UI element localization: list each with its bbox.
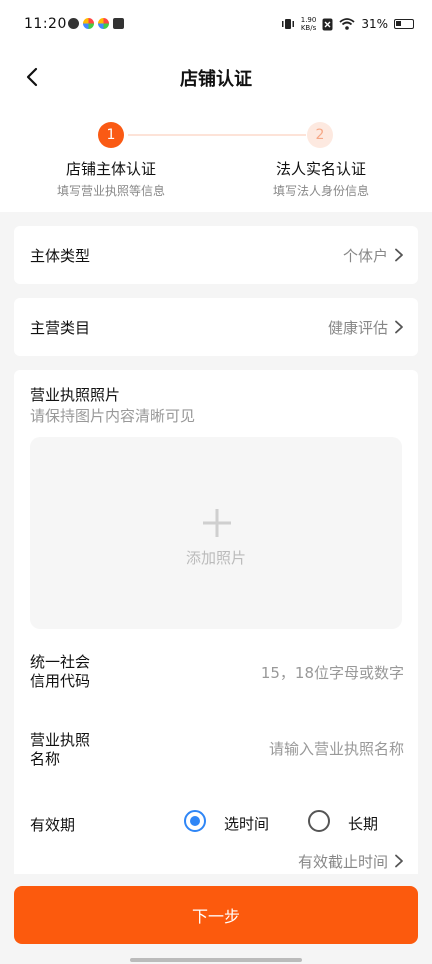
radio-select-time-label[interactable]: 选时间 (224, 813, 269, 834)
network-speed-value: 1.90 (300, 16, 317, 24)
credit-code-label-line1: 统一社会 (30, 653, 91, 671)
main-category-label: 主营类目 (30, 319, 91, 337)
status-notification-icons (68, 18, 124, 29)
page-title: 店铺认证 (180, 69, 252, 90)
radio-long-term[interactable] (308, 810, 330, 832)
step-2-title: 法人实名认证 (275, 160, 366, 178)
entity-type-label: 主体类型 (30, 247, 91, 265)
battery-icon (394, 19, 414, 29)
chevron-right-icon (395, 854, 403, 868)
step-2-subtitle: 填写法人身份信息 (272, 184, 369, 198)
plus-icon (203, 509, 231, 537)
header: 店铺认证 (0, 50, 432, 110)
license-name-label: 营业执照 名称 (30, 731, 120, 769)
status-time: 11:20 (24, 16, 67, 32)
notification-app-icon (98, 18, 109, 29)
notification-app-icon (83, 18, 94, 29)
notification-app-icon (68, 18, 79, 29)
step-2-number: 2 (307, 122, 333, 148)
license-name-label-line2: 名称 (30, 750, 61, 768)
entity-type-value: 个体户 (342, 247, 388, 265)
network-speed-unit: KB/s (300, 24, 317, 32)
home-indicator (130, 958, 302, 962)
entity-type-row[interactable]: 主体类型 个体户 (14, 226, 418, 284)
chevron-right-icon (395, 320, 403, 334)
vibrate-icon (281, 19, 294, 29)
radio-select-time[interactable] (184, 810, 206, 832)
status-right: 1.90 KB/s 31% (281, 16, 414, 32)
wifi-icon (339, 18, 355, 30)
credit-code-input[interactable] (184, 664, 404, 682)
chevron-right-icon (395, 248, 403, 262)
network-speed: 1.90 KB/s (301, 16, 317, 32)
credit-code-label: 统一社会 信用代码 (30, 653, 120, 691)
step-1-number: 1 (98, 122, 124, 148)
add-photo-label: 添加照片 (185, 549, 246, 567)
sim-x-icon (322, 18, 333, 30)
main-category-row[interactable]: 主营类目 健康评估 (14, 298, 418, 356)
main-category-value: 健康评估 (327, 319, 388, 337)
license-photo-hint: 请保持图片内容清晰可见 (30, 407, 196, 425)
license-name-label-line1: 营业执照 (30, 731, 91, 749)
step-connector-line (128, 134, 306, 136)
battery-percent: 31% (361, 17, 388, 31)
status-bar: 11:20 1.90 KB/s 31% (0, 0, 432, 50)
shopping-bag-icon (113, 18, 124, 29)
radio-long-term-label[interactable]: 长期 (348, 813, 378, 834)
add-photo-button[interactable]: 添加照片 (30, 437, 402, 629)
expire-date-picker[interactable]: 有效截止时间 (298, 851, 388, 872)
license-card: 营业执照照片 请保持图片内容清晰可见 添加照片 统一社会 信用代码 营业执照 名… (14, 370, 418, 874)
step-indicator: 1 2 店铺主体认证 填写营业执照等信息 法人实名认证 填写法人身份信息 (0, 110, 432, 212)
step-1-title: 店铺主体认证 (65, 160, 156, 178)
license-photo-title: 营业执照照片 (30, 386, 121, 404)
validity-label: 有效期 (30, 816, 76, 834)
step-1-subtitle: 填写营业执照等信息 (56, 184, 165, 198)
license-name-input[interactable] (184, 740, 404, 758)
next-step-button[interactable]: 下一步 (14, 886, 418, 944)
credit-code-label-line2: 信用代码 (30, 672, 91, 690)
